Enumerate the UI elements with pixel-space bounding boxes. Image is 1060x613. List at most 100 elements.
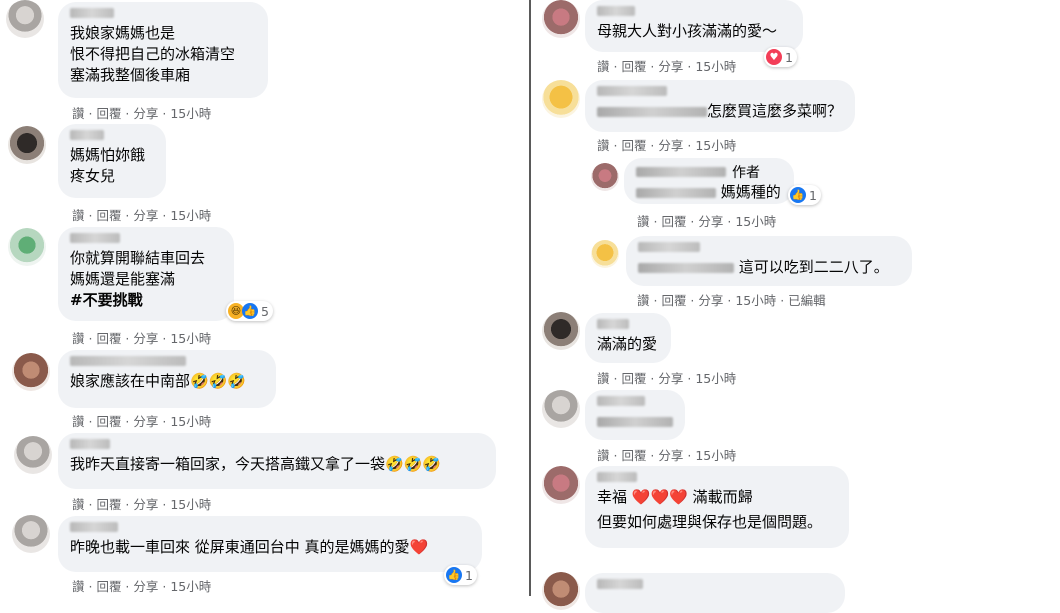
like-link[interactable]: 讚 (72, 579, 85, 594)
share-link[interactable]: 分享 (133, 106, 158, 121)
avatar[interactable] (6, 0, 44, 38)
like-link[interactable]: 讚 (597, 448, 610, 463)
avatar[interactable] (8, 126, 46, 164)
share-link[interactable]: 分享 (658, 59, 683, 74)
commenter-name[interactable] (638, 242, 700, 252)
share-link[interactable]: 分享 (698, 293, 723, 308)
avatar[interactable] (542, 572, 580, 610)
blurred-mention (597, 106, 707, 117)
separator: · (683, 59, 696, 74)
like-link[interactable]: 讚 (72, 414, 85, 429)
share-link[interactable]: 分享 (133, 208, 158, 223)
reply-link[interactable]: 回覆 (96, 331, 121, 346)
reply-link[interactable]: 回覆 (96, 414, 121, 429)
comment-line: 滿滿的愛 (597, 335, 658, 353)
comment-text: 這可以吃到二二八了。 (738, 258, 889, 276)
reply-link[interactable]: 回覆 (621, 59, 646, 74)
reply-link[interactable]: 回覆 (96, 106, 121, 121)
avatar[interactable] (542, 80, 580, 118)
separator: · (609, 59, 622, 74)
comment-line: 娘家應該在中南部🤣🤣🤣 (70, 372, 247, 390)
avatar[interactable] (542, 390, 580, 428)
reply-link[interactable]: 回覆 (96, 579, 121, 594)
timestamp[interactable]: 15小時 (735, 214, 776, 229)
comment-actions: 讚 · 回覆 · 分享 · 15小時 (72, 103, 211, 122)
commenter-name[interactable] (597, 579, 643, 589)
avatar[interactable] (12, 515, 50, 553)
timestamp[interactable]: 15小時 (695, 138, 736, 153)
timestamp[interactable]: 15小時 (695, 59, 736, 74)
timestamp[interactable]: 15小時 (695, 371, 736, 386)
comment-bubble: 娘家應該在中南部🤣🤣🤣 (58, 350, 276, 408)
timestamp[interactable]: 15小時 (170, 579, 211, 594)
author-badge: 作者 (732, 165, 760, 181)
avatar[interactable] (542, 312, 580, 350)
reaction-summary[interactable]: ♥ 1 (764, 47, 797, 67)
like-link[interactable]: 讚 (637, 293, 650, 308)
timestamp[interactable]: 15小時 (735, 293, 776, 308)
avatar[interactable] (12, 353, 50, 391)
comment-line: 這可以吃到二二八了。 (638, 257, 900, 278)
like-link[interactable]: 讚 (597, 138, 610, 153)
share-link[interactable]: 分享 (133, 331, 158, 346)
commenter-name[interactable] (70, 439, 110, 449)
comment-bubble: 母親大人對小孩滿滿的愛～ (585, 0, 803, 52)
separator: · (121, 497, 134, 512)
reply-link[interactable]: 回覆 (621, 138, 646, 153)
commenter-name[interactable] (597, 472, 637, 482)
commenter-name[interactable] (70, 233, 120, 243)
avatar[interactable] (14, 436, 52, 474)
share-link[interactable]: 分享 (658, 371, 683, 386)
reply-link[interactable]: 回覆 (96, 497, 121, 512)
timestamp[interactable]: 15小時 (170, 497, 211, 512)
commenter-name[interactable] (70, 522, 118, 532)
comment-line: 媽媽種的 (636, 182, 782, 203)
commenter-name[interactable] (597, 319, 629, 329)
timestamp[interactable]: 15小時 (170, 331, 211, 346)
edited-label[interactable]: 已編輯 (788, 293, 826, 308)
like-link[interactable]: 讚 (637, 214, 650, 229)
reaction-summary[interactable]: 😆 👍 5 (226, 301, 273, 321)
commenter-name[interactable] (70, 130, 104, 140)
reply-link[interactable]: 回覆 (661, 214, 686, 229)
comment-bubble: 滿滿的愛 (585, 313, 671, 363)
share-link[interactable]: 分享 (133, 414, 158, 429)
reply-link[interactable]: 回覆 (621, 371, 646, 386)
share-link[interactable]: 分享 (133, 579, 158, 594)
commenter-name[interactable] (70, 8, 114, 18)
commenter-name[interactable] (597, 396, 645, 406)
separator: · (723, 214, 736, 229)
avatar[interactable] (591, 163, 619, 191)
timestamp[interactable]: 15小時 (695, 448, 736, 463)
reply-link[interactable]: 回覆 (96, 208, 121, 223)
avatar[interactable] (542, 0, 580, 38)
like-link[interactable]: 讚 (72, 497, 85, 512)
reply-link[interactable]: 回覆 (661, 293, 686, 308)
avatar[interactable] (591, 240, 619, 268)
share-link[interactable]: 分享 (133, 497, 158, 512)
like-link[interactable]: 讚 (597, 371, 610, 386)
timestamp[interactable]: 15小時 (170, 208, 211, 223)
share-link[interactable]: 分享 (698, 214, 723, 229)
share-link[interactable]: 分享 (658, 448, 683, 463)
avatar[interactable] (8, 228, 46, 266)
timestamp[interactable]: 15小時 (170, 106, 211, 121)
commenter-name[interactable] (597, 6, 635, 16)
reaction-summary[interactable]: 👍 1 (788, 185, 821, 205)
comment-line: 母親大人對小孩滿滿的愛～ (597, 22, 778, 40)
share-link[interactable]: 分享 (658, 138, 683, 153)
commenter-name[interactable] (597, 86, 667, 96)
like-link[interactable]: 讚 (72, 331, 85, 346)
reply-link[interactable]: 回覆 (621, 448, 646, 463)
column-divider (529, 0, 531, 596)
like-link[interactable]: 讚 (597, 59, 610, 74)
like-link[interactable]: 讚 (72, 208, 85, 223)
commenter-name[interactable] (70, 356, 186, 366)
reaction-summary[interactable]: 👍 1 (444, 565, 477, 585)
blurred-mention (636, 187, 716, 198)
hashtag-link[interactable]: #不要挑戰 (70, 290, 222, 311)
commenter-name[interactable] (636, 167, 726, 177)
timestamp[interactable]: 15小時 (170, 414, 211, 429)
like-link[interactable]: 讚 (72, 106, 85, 121)
avatar[interactable] (542, 466, 580, 504)
